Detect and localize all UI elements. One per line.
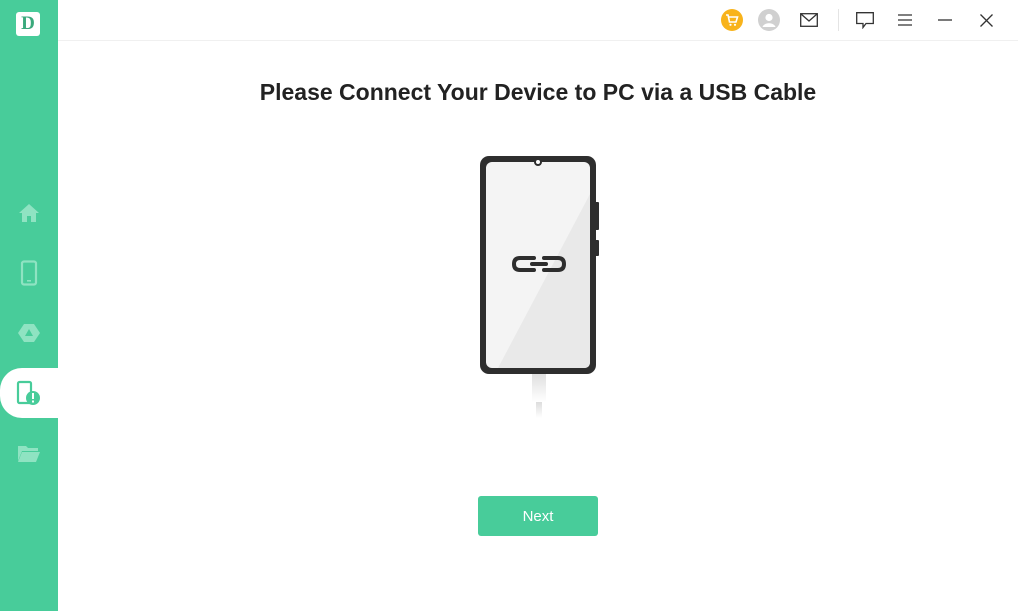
minimize-button[interactable]	[933, 8, 957, 32]
drive-icon	[18, 324, 40, 342]
phone-alert-icon	[16, 380, 40, 405]
cart-button[interactable]	[720, 8, 744, 32]
close-icon	[979, 13, 993, 27]
sidebar-item-folder[interactable]	[0, 428, 58, 478]
app-logo: D	[16, 12, 40, 36]
user-icon	[758, 9, 780, 31]
sidebar-item-home[interactable]	[0, 188, 58, 238]
mail-button[interactable]	[797, 8, 821, 32]
menu-button[interactable]	[893, 8, 917, 32]
sidebar: D	[0, 0, 58, 611]
menu-icon	[898, 14, 912, 26]
cart-icon	[721, 9, 743, 31]
close-button[interactable]	[974, 8, 998, 32]
mail-icon	[800, 13, 818, 27]
next-button[interactable]: Next	[478, 496, 598, 536]
sidebar-item-phone[interactable]	[0, 248, 58, 298]
feedback-button[interactable]	[853, 8, 877, 32]
sidebar-item-drive[interactable]	[0, 308, 58, 358]
sidebar-item-device-issue[interactable]	[0, 368, 58, 418]
phone-icon	[20, 260, 38, 286]
folder-icon	[18, 446, 40, 462]
phone-illustration	[480, 156, 599, 418]
home-icon	[19, 204, 39, 222]
page-title: Please Connect Your Device to PC via a U…	[259, 79, 817, 105]
minimize-icon	[938, 19, 952, 21]
toolbar-divider	[838, 9, 839, 31]
feedback-icon	[856, 11, 874, 29]
account-button[interactable]	[757, 8, 781, 32]
